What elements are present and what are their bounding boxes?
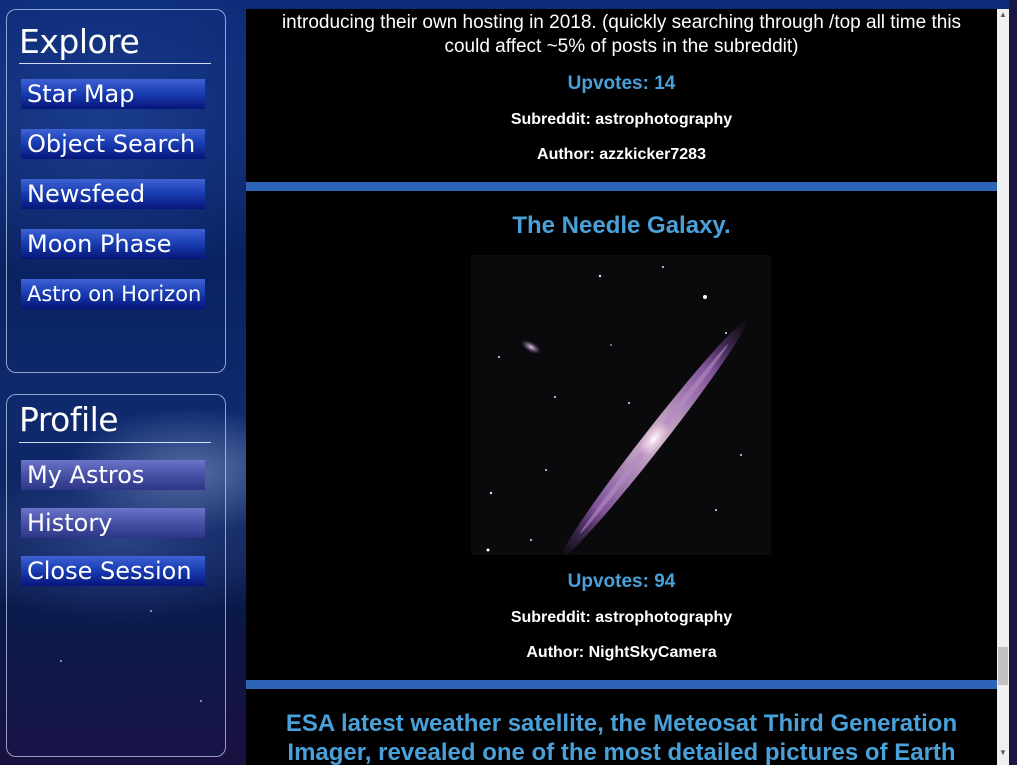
- post-upvotes: Upvotes: 94: [567, 571, 676, 592]
- newsfeed-list[interactable]: introducing their own hosting in 2018. (…: [246, 9, 997, 765]
- history-button[interactable]: History: [21, 508, 205, 538]
- profile-heading: Profile: [19, 400, 119, 439]
- object-search-button[interactable]: Object Search: [21, 129, 205, 159]
- astro-on-horizon-button[interactable]: Astro on Horizon: [21, 279, 205, 309]
- post-subreddit: Subreddit: astrophotography: [510, 111, 733, 128]
- post-upvotes: Upvotes: 14: [567, 73, 676, 94]
- profile-heading-rule: [19, 442, 211, 443]
- explore-heading: Explore: [19, 22, 140, 61]
- my-astros-button[interactable]: My Astros: [21, 460, 205, 490]
- profile-panel: Profile My Astros History Close Session: [6, 394, 226, 757]
- feed-scrollbar[interactable]: ▲ ▼: [997, 9, 1009, 765]
- explore-panel: Explore Star Map Object Search Newsfeed …: [6, 9, 226, 373]
- right-background-strip: [1009, 0, 1017, 765]
- close-session-button[interactable]: Close Session: [21, 556, 205, 586]
- star-map-button[interactable]: Star Map: [21, 79, 205, 109]
- moon-phase-button[interactable]: Moon Phase: [21, 229, 205, 259]
- needle-galaxy-image: [471, 255, 771, 558]
- scroll-down-arrow-icon[interactable]: ▼: [997, 747, 1009, 759]
- post-author: Author: azzkicker7283: [537, 146, 706, 163]
- post-divider: [246, 182, 997, 191]
- post-subreddit: Subreddit: astrophotography: [510, 609, 733, 626]
- scroll-up-arrow-icon[interactable]: ▲: [997, 9, 1009, 21]
- post-body-line: introducing their own hosting in 2018. (…: [281, 12, 962, 33]
- post-title[interactable]: The Needle Galaxy.: [246, 211, 997, 240]
- post-title[interactable]: ESA latest weather satellite, the Meteos…: [246, 709, 997, 738]
- post-divider: [246, 680, 997, 689]
- post-image[interactable]: [471, 255, 771, 558]
- post-body-line: could affect ~5% of posts in the subredd…: [444, 36, 799, 57]
- post-title[interactable]: Imager, revealed one of the most detaile…: [246, 738, 997, 765]
- post-author: Author: NightSkyCamera: [526, 644, 717, 661]
- scrollbar-thumb[interactable]: [998, 647, 1008, 685]
- newsfeed-button[interactable]: Newsfeed: [21, 179, 205, 209]
- top-background-strip: [246, 0, 1009, 9]
- explore-heading-rule: [19, 63, 211, 64]
